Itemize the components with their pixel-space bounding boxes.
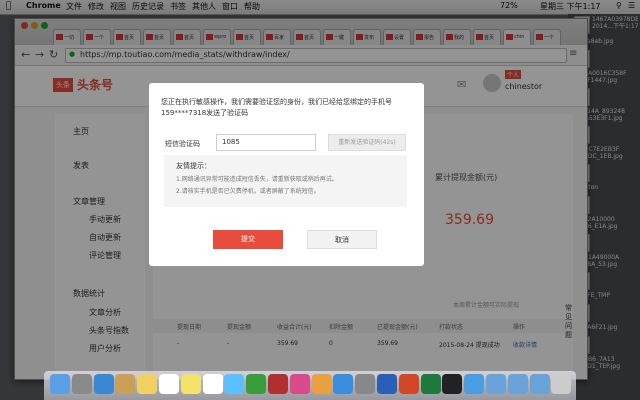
code-input[interactable]: 1085 xyxy=(216,134,316,151)
chrome-icon[interactable] xyxy=(464,374,485,394)
stickies-icon[interactable] xyxy=(180,374,201,394)
excel-icon[interactable] xyxy=(420,374,441,394)
code-value: 1085 xyxy=(222,138,240,146)
launchpad-icon[interactable] xyxy=(71,374,92,394)
submit-button[interactable]: 提交 xyxy=(213,230,283,249)
safari-icon[interactable] xyxy=(93,374,114,394)
finder-icon[interactable] xyxy=(50,374,70,394)
dialog-message: 您正在执行敏感操作，我们需要验证您的身份，我们已经给您绑定的手机号159****… xyxy=(161,98,392,117)
messages-icon[interactable] xyxy=(224,374,245,394)
facetime-icon[interactable] xyxy=(246,374,267,394)
calendar-icon[interactable] xyxy=(159,374,179,394)
trash-icon[interactable] xyxy=(551,374,572,394)
photo-booth-icon[interactable] xyxy=(268,374,288,394)
tip-line-1: 1.网络通讯异常可能造成短信丢失，请重新获取或稍后再试。 xyxy=(176,176,338,183)
folder-icon[interactable] xyxy=(486,374,506,394)
cancel-button[interactable]: 取消 xyxy=(307,230,377,249)
app-store-icon[interactable] xyxy=(333,374,354,394)
tip-title: 友情提示： xyxy=(176,162,211,170)
resend-code-button[interactable]: 重新发送验证码(42s) xyxy=(328,134,406,151)
code-label: 短信验证码 xyxy=(165,140,200,148)
tip-box: 友情提示： 1.网络通讯异常可能造成短信丢失，请重新获取或稍后再试。 2.请核实… xyxy=(164,155,407,207)
dock xyxy=(44,371,576,400)
notes-icon[interactable] xyxy=(137,374,158,394)
preview-icon[interactable] xyxy=(115,374,136,394)
folder-icon[interactable] xyxy=(529,374,550,394)
powerpoint-icon[interactable] xyxy=(398,374,419,394)
verification-dialog: 您正在执行敏感操作，我们需要验证您的身份，我们已经给您绑定的手机号159****… xyxy=(149,83,424,266)
itunes-icon[interactable] xyxy=(289,374,310,394)
ibooks-icon[interactable] xyxy=(311,374,332,394)
system-preferences-icon[interactable] xyxy=(355,374,376,394)
reminders-icon[interactable] xyxy=(202,374,223,394)
qq-icon[interactable] xyxy=(442,374,463,394)
folder-icon[interactable] xyxy=(507,374,528,394)
word-icon[interactable] xyxy=(377,374,397,394)
tip-line-2: 2.请核实手机是否已欠费停机，或者屏蔽了系统短信。 xyxy=(176,188,320,195)
